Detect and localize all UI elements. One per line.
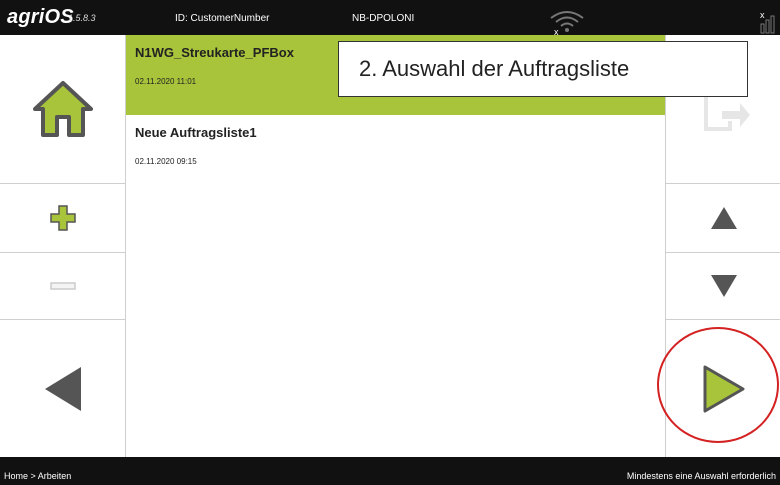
- arrow-down-icon: [710, 275, 737, 297]
- wifi-disconnected-icon: x: [550, 11, 584, 36]
- breadcrumb: Home > Arbeiten: [4, 471, 72, 481]
- customer-id: ID: CustomerNumber: [175, 13, 270, 24]
- home-button[interactable]: [0, 35, 125, 183]
- status-bar: Home > Arbeiten Mindestens eine Auswahl …: [0, 457, 780, 485]
- list-item[interactable]: Neue Auftragsliste1 02.11.2020 09:15: [126, 115, 665, 195]
- back-button[interactable]: [0, 320, 125, 457]
- svg-text:x: x: [760, 10, 765, 20]
- minus-icon: [49, 282, 76, 290]
- device-name: NB-DPOLONI: [352, 13, 415, 24]
- app-logo: agriOS: [7, 6, 74, 28]
- arrow-up-icon: [710, 207, 737, 229]
- job-name: Neue Auftragsliste1: [135, 125, 257, 140]
- job-name: N1WG_Streukarte_PFBox: [135, 45, 294, 60]
- signal-none-icon: x: [760, 10, 775, 34]
- left-sidebar: [0, 35, 126, 457]
- right-sidebar: [665, 35, 780, 457]
- job-date: 02.11.2020 11:01: [135, 77, 197, 86]
- remove-button[interactable]: [0, 253, 125, 319]
- add-button[interactable]: [0, 184, 125, 252]
- app-version: 1.5.8.3: [68, 13, 96, 23]
- job-list: N1WG_Streukarte_PFBox 02.11.2020 11:01 N…: [126, 35, 665, 457]
- down-button[interactable]: [666, 253, 780, 319]
- instruction-callout: 2. Auswahl der Auftragsliste: [338, 41, 748, 97]
- next-arrow-icon: [703, 365, 744, 412]
- main-content: N1WG_Streukarte_PFBox 02.11.2020 11:01 N…: [0, 35, 780, 457]
- up-button[interactable]: [666, 184, 780, 252]
- top-bar: agriOS 1.5.8.3 ID: CustomerNumber NB-DPO…: [0, 0, 780, 36]
- job-date: 02.11.2020 09:15: [135, 157, 197, 166]
- home-icon: [32, 81, 93, 137]
- plus-icon: [49, 205, 76, 231]
- back-arrow-icon: [44, 366, 81, 411]
- next-button[interactable]: [666, 320, 780, 457]
- status-message: Mindestens eine Auswahl erforderlich: [626, 471, 776, 481]
